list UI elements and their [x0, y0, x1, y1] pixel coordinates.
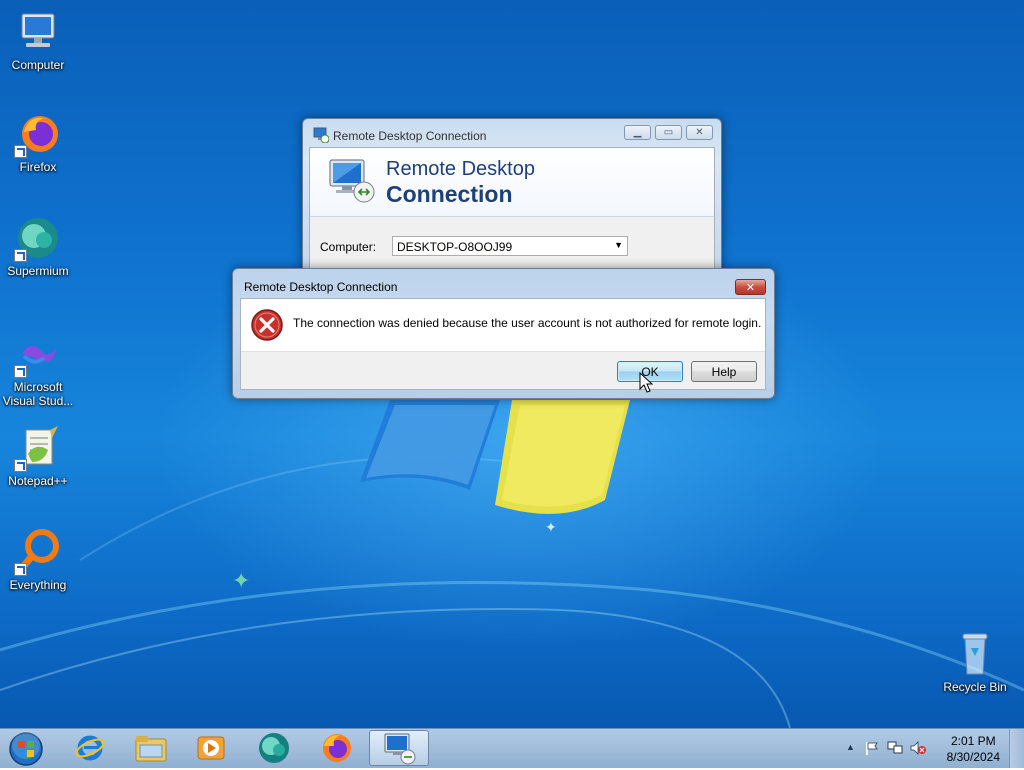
banner-title-line1: Remote Desktop: [386, 158, 535, 180]
dialog-body: The connection was denied because the us…: [240, 298, 766, 390]
window-title: Remote Desktop Connection: [333, 129, 487, 143]
mouse-cursor-icon: [639, 372, 653, 393]
rdc-banner: Remote Desktop Connection: [310, 148, 714, 217]
banner-title-line2: Connection: [386, 181, 513, 207]
remote-desktop-window[interactable]: Remote Desktop Connection ▁ ▭ ✕ Remote D…: [302, 118, 722, 280]
desktop-icon-label: Supermium: [7, 264, 69, 278]
recycle-bin-icon: [951, 630, 999, 678]
svg-text:✦: ✦: [232, 569, 250, 594]
desktop-icon-visual-studio[interactable]: Microsoft Visual Stud...: [0, 330, 76, 408]
system-tray: ▲ 2:01 PM 8/30/2024: [834, 729, 1024, 769]
caption-buttons: ▁ ▭ ✕: [624, 125, 713, 140]
clock-date: 8/30/2024: [946, 750, 1000, 764]
desktop-icon-label: Firefox: [19, 160, 57, 174]
desktop[interactable]: ✦ ✦ Computer Firefox Supermium Microsoft…: [0, 0, 1024, 728]
help-button[interactable]: Help: [691, 361, 757, 382]
desktop-icon-everything[interactable]: Everything: [0, 528, 76, 592]
window-titlebar[interactable]: Remote Desktop Connection ▁ ▭ ✕: [303, 119, 721, 149]
remote-desktop-logo-icon: [329, 159, 375, 203]
clock-time: 2:01 PM: [950, 734, 996, 748]
supermium-icon: [14, 214, 62, 262]
desktop-icon-firefox[interactable]: Firefox: [0, 110, 76, 174]
notepadpp-icon: [14, 424, 62, 472]
dialog-title: Remote Desktop Connection: [244, 280, 398, 294]
dialog-close-button[interactable]: ✕: [735, 279, 766, 295]
remote-desktop-small-icon: [313, 127, 329, 143]
shortcut-arrow-icon: [14, 249, 27, 262]
computer-label: Computer:: [320, 240, 377, 254]
internet-explorer-icon: [75, 735, 105, 761]
volume-muted-icon[interactable]: [909, 740, 927, 756]
error-dialog[interactable]: Remote Desktop Connection ✕ The connecti…: [232, 268, 775, 399]
maximize-button[interactable]: ▭: [655, 125, 682, 140]
network-icon[interactable]: [886, 740, 904, 756]
window-client-area: Remote Desktop Connection Computer: DESK…: [309, 147, 715, 279]
windows-start-icon: [9, 731, 43, 766]
shortcut-arrow-icon: [14, 145, 27, 158]
file-explorer-icon: [135, 736, 167, 762]
everything-icon: [14, 528, 62, 576]
taskbar-supermium[interactable]: [246, 730, 302, 766]
close-icon: ✕: [695, 126, 704, 138]
media-player-icon: [197, 736, 225, 760]
firefox-icon: [323, 734, 351, 762]
desktop-icon-notepadpp[interactable]: Notepad++: [0, 424, 76, 488]
close-icon: ✕: [745, 281, 756, 294]
svg-text:✦: ✦: [545, 520, 557, 536]
desktop-icon-label: Microsoft Visual Stud...: [2, 380, 74, 408]
minimize-icon: ▁: [633, 126, 642, 138]
error-icon: [251, 309, 283, 341]
computer-value: DESKTOP-O8OOJ99: [397, 240, 513, 254]
dropdown-arrow-icon[interactable]: ▼: [614, 240, 623, 250]
shortcut-arrow-icon: [14, 459, 27, 472]
desktop-icon-label: Everything: [9, 578, 67, 592]
error-message: The connection was denied because the us…: [293, 316, 762, 330]
action-center-flag-icon[interactable]: [864, 740, 880, 756]
desktop-icon-recycle-bin[interactable]: Recycle Bin: [937, 630, 1013, 694]
close-button[interactable]: ✕: [686, 125, 713, 140]
taskbar-media-player[interactable]: [183, 730, 239, 766]
supermium-icon: [259, 733, 289, 763]
taskbar-firefox[interactable]: [308, 730, 364, 766]
shortcut-arrow-icon: [14, 563, 27, 576]
desktop-icon-label: Notepad++: [8, 474, 68, 488]
desktop-icon-supermium[interactable]: Supermium: [0, 214, 76, 278]
visual-studio-icon: [14, 330, 62, 378]
desktop-icon-computer[interactable]: Computer: [0, 8, 76, 72]
dialog-content: The connection was denied because the us…: [241, 299, 765, 352]
desktop-icon-label-line2: Visual Stud...: [2, 394, 74, 408]
remote-desktop-icon: [384, 733, 416, 765]
minimize-button[interactable]: ▁: [624, 125, 651, 140]
start-button[interactable]: [6, 731, 46, 770]
taskbar-internet-explorer[interactable]: [62, 730, 118, 766]
taskbar-file-explorer[interactable]: [123, 730, 179, 766]
firefox-icon: [14, 110, 62, 158]
show-desktop-button[interactable]: [1009, 729, 1024, 768]
desktop-icon-label: Recycle Bin: [943, 680, 1007, 694]
taskbar: ▲ 2:01 PM 8/30/2024: [0, 728, 1024, 768]
taskbar-remote-desktop[interactable]: [369, 730, 429, 766]
clock[interactable]: 2:01 PM 8/30/2024: [947, 733, 1000, 765]
show-hidden-icons-icon[interactable]: ▲: [846, 742, 855, 752]
shortcut-arrow-icon: [14, 365, 27, 378]
computer-icon: [14, 8, 62, 56]
desktop-icon-label: Computer: [11, 58, 65, 72]
maximize-icon: ▭: [663, 126, 674, 138]
computer-combobox[interactable]: DESKTOP-O8OOJ99 ▼: [392, 236, 628, 256]
